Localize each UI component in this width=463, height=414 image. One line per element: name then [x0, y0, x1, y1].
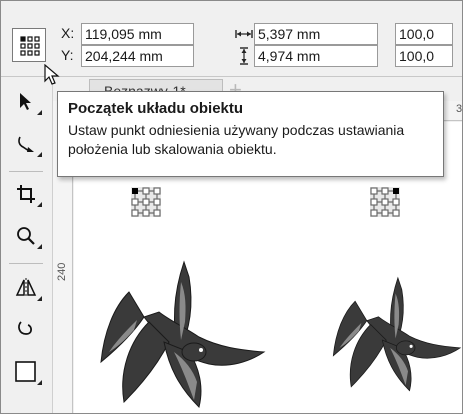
property-bar: X: 119,095 mm Y: 204,244 mm 5,397 mm 4,9…: [1, 1, 462, 77]
crop-icon: [17, 185, 35, 203]
origin-indicator-right: [370, 187, 400, 217]
pointer-icon: [20, 93, 31, 110]
eagle-illustration-right: [332, 276, 462, 392]
flyout-indicator-icon: [37, 244, 42, 249]
origin-indicator-left: [131, 187, 161, 217]
x-label: X:: [61, 25, 75, 41]
x-position-field[interactable]: 119,095 mm: [81, 23, 194, 45]
eagle-illustration-left: [100, 260, 266, 408]
height-field[interactable]: 4,974 mm: [254, 45, 378, 67]
magnifier-icon: [17, 227, 35, 245]
scale-y-field[interactable]: 100,0: [395, 45, 453, 67]
width-field[interactable]: 5,397 mm: [254, 23, 378, 45]
ruler-tick-label: 240: [56, 262, 68, 281]
height-icon: [240, 47, 248, 65]
crop-tool[interactable]: [7, 177, 45, 211]
scale-x-field[interactable]: 100,0: [395, 23, 453, 45]
flyout-indicator-icon: [37, 202, 42, 207]
rectangle-icon: [15, 361, 36, 382]
shape-tool[interactable]: [7, 127, 45, 161]
y-position-field[interactable]: 204,244 mm: [81, 45, 194, 67]
curve-tool[interactable]: [7, 311, 45, 345]
rectangle-tool[interactable]: [7, 355, 45, 389]
mirror-tool[interactable]: [7, 271, 45, 305]
toolbox-divider: [9, 263, 43, 264]
zoom-tool[interactable]: [7, 219, 45, 253]
flyout-indicator-icon: [37, 380, 42, 385]
toolbox-divider: [9, 171, 43, 172]
tooltip-body: Ustaw punkt odniesienia używany podczas …: [68, 122, 405, 157]
y-label: Y:: [61, 47, 74, 63]
mouse-cursor-icon: [44, 64, 60, 85]
flyout-indicator-icon: [37, 296, 42, 301]
object-origin-button[interactable]: [12, 28, 46, 62]
tooltip-title: Początek układu obiektu: [68, 100, 244, 117]
mirror-icon: [15, 278, 37, 298]
curve-icon: [18, 321, 33, 335]
flyout-indicator-icon: [37, 110, 42, 115]
tooltip: Początek układu obiektu Ustaw punkt odni…: [57, 91, 444, 177]
ruler-tick-label: 30: [456, 103, 463, 115]
app-window: X: 119,095 mm Y: 204,244 mm 5,397 mm 4,9…: [0, 0, 463, 414]
shape-node-icon: [18, 136, 34, 152]
toolbox: [1, 77, 53, 413]
flyout-indicator-icon: [37, 152, 42, 157]
pick-tool[interactable]: [7, 85, 45, 119]
origin-grid-icon: [20, 36, 40, 56]
width-icon: [235, 30, 253, 38]
